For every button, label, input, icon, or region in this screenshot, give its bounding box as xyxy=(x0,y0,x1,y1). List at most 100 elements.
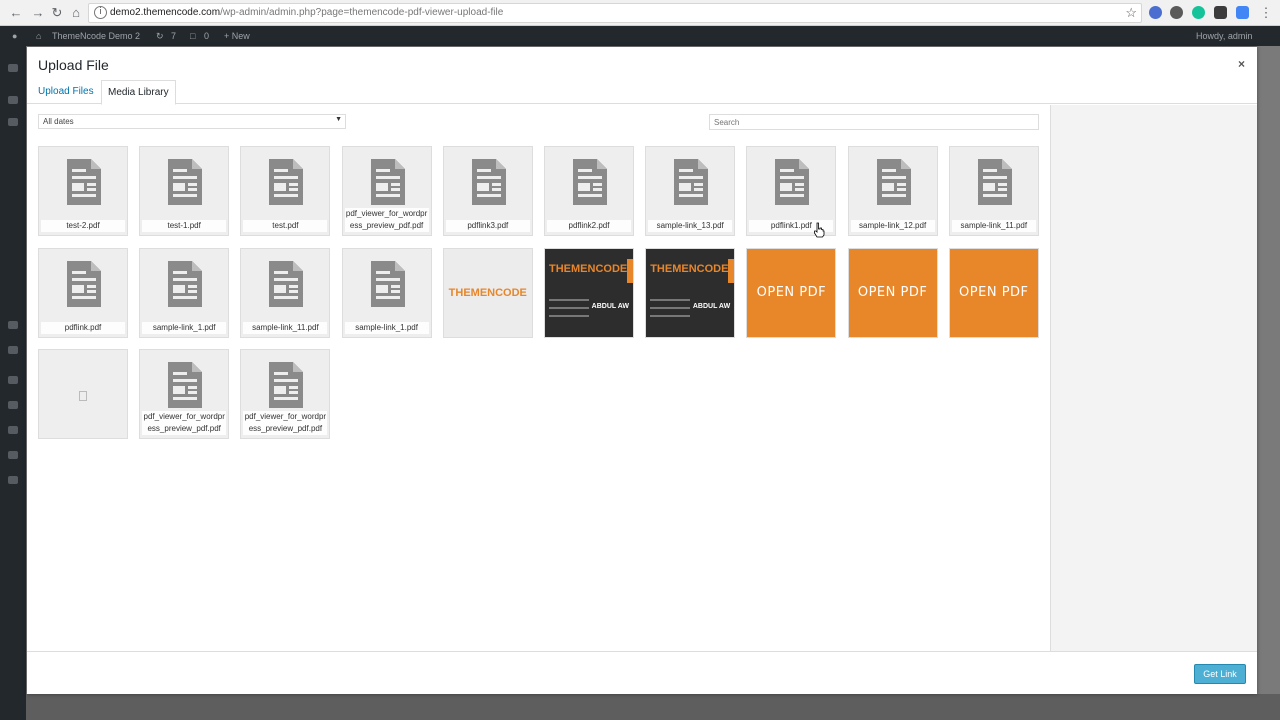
search-input[interactable] xyxy=(709,114,1039,130)
attachment-tile[interactable]: pdflink2.pdf xyxy=(544,146,634,236)
card-line xyxy=(650,298,691,301)
card-line xyxy=(650,314,691,317)
url-host: demo2.themencode.com xyxy=(110,7,221,18)
attachment-filename: test-1.pdf xyxy=(142,220,227,232)
address-bar[interactable]: i demo2.themencode.com/wp-admin/admin.ph… xyxy=(88,3,1142,23)
card-logo-text: THEMENCODE xyxy=(650,262,729,275)
attachment-tile[interactable]: test-2.pdf xyxy=(38,146,128,236)
chevron-down-icon: ▼ xyxy=(335,116,342,123)
attachment-tile[interactable]: sample-link_1.pdf xyxy=(139,247,230,338)
document-icon xyxy=(977,159,1012,205)
card-stripe xyxy=(627,258,633,283)
attachment-tile[interactable]: sample-link_12.pdf xyxy=(847,146,938,236)
document-icon xyxy=(168,159,203,205)
attachment-filename: pdflink3.pdf xyxy=(445,220,530,232)
menu-icon[interactable]: ⋮ xyxy=(1258,5,1274,21)
document-icon xyxy=(876,159,911,205)
wordpress-extension-icon[interactable] xyxy=(1170,6,1183,19)
document-icon xyxy=(775,159,810,205)
date-filter-select[interactable]: All dates ▼ xyxy=(38,114,346,129)
wp-admin-bar: ● ⌂ ThemeNcode Demo 2 ↻ 7 □ 0 + New Howd… xyxy=(0,26,1280,46)
attachment-tile[interactable]: sample-link_1.pdf xyxy=(341,247,432,338)
background-footer xyxy=(26,694,1280,720)
users-icon xyxy=(8,426,18,434)
document-icon xyxy=(674,159,709,205)
attachment-details-sidebar xyxy=(1050,105,1257,651)
attachment-tile[interactable]: pdf_viewer_for_wordpress_preview_pdf.pdf xyxy=(240,349,331,439)
card-line xyxy=(650,306,691,309)
dashboard-icon xyxy=(8,64,18,72)
attachment-tile[interactable]: pdflink.pdf xyxy=(38,247,128,338)
image-text: OPEN PDF xyxy=(959,284,1029,300)
translate-extension-icon[interactable] xyxy=(1236,6,1249,19)
appearance-icon xyxy=(8,376,18,384)
url-text: demo2.themencode.com/wp-admin/admin.php?… xyxy=(110,7,503,18)
plugins-icon xyxy=(8,401,18,409)
get-link-button[interactable]: Get Link xyxy=(1194,664,1246,684)
attachment-tile[interactable]: OPEN PDF xyxy=(746,247,837,338)
forward-icon[interactable]: → xyxy=(30,5,46,21)
image-text: OPEN PDF xyxy=(756,284,827,300)
logo-text: THEMENCODE xyxy=(448,286,527,299)
attachment-tile[interactable]: pdf_viewer_for_wordpress_preview_pdf.pdf xyxy=(139,349,230,439)
extension-icon-4[interactable] xyxy=(1214,6,1227,19)
site-name[interactable]: ThemeNcode Demo 2 xyxy=(52,31,140,41)
attachment-filename: pdf_viewer_for_wordpress_preview_pdf.pdf xyxy=(243,411,328,435)
tools-icon xyxy=(8,451,18,459)
media-icon xyxy=(8,118,18,126)
attachment-tile[interactable]: THEMENCODE ABDUL AW xyxy=(645,247,736,338)
comments-count[interactable]: 0 xyxy=(204,31,209,41)
attachment-tile[interactable]: pdflink3.pdf xyxy=(442,146,533,236)
attachment-tile[interactable]: sample-link_11.pdf xyxy=(948,146,1039,236)
user-greeting[interactable]: Howdy, admin xyxy=(1196,31,1252,41)
back-icon[interactable]: ← xyxy=(8,5,24,21)
home-icon[interactable]: ⌂ xyxy=(68,5,84,21)
bookmark-star-icon[interactable]: ☆ xyxy=(1125,5,1137,21)
attachment-filename: sample-link_1.pdf xyxy=(344,321,429,334)
attachment-tile[interactable]: test.pdf xyxy=(240,146,331,236)
attachment-filename: pdflink.pdf xyxy=(41,321,125,334)
attachment-tile[interactable]: OPEN PDF xyxy=(948,247,1039,338)
card-person-name: ABDUL AW xyxy=(692,302,731,310)
updates-icon: ↻ xyxy=(156,31,164,41)
attachment-tile[interactable]: THEMENCODE ABDUL AW xyxy=(544,247,634,338)
attachment-tile[interactable]: sample-link_13.pdf xyxy=(645,146,736,236)
attachment-filename: sample-link_11.pdf xyxy=(243,321,328,334)
attachment-filename: pdf_viewer_for_wordpress_preview_pdf.pdf xyxy=(142,411,227,435)
document-icon xyxy=(471,159,506,205)
tab-media-library[interactable]: Media Library xyxy=(101,80,176,105)
document-icon xyxy=(269,260,304,307)
tab-upload-files[interactable]: Upload Files xyxy=(32,80,100,104)
attachment-filename: sample-link_11.pdf xyxy=(951,220,1036,232)
attachment-tile[interactable]: sample-link_11.pdf xyxy=(240,247,331,338)
document-icon xyxy=(269,362,304,408)
document-icon xyxy=(168,260,203,307)
updates-count[interactable]: 7 xyxy=(171,31,176,41)
attachment-tile[interactable]: pdf_viewer_for_wordpress_preview_pdf.pdf xyxy=(341,146,432,236)
reload-icon[interactable]: ↻ xyxy=(49,5,65,21)
modal-title: Upload File xyxy=(38,57,109,73)
file-placeholder-icon xyxy=(79,391,87,401)
document-icon xyxy=(573,159,607,205)
info-icon[interactable]: i xyxy=(94,6,107,19)
attachment-tile[interactable] xyxy=(38,349,128,439)
pages-icon xyxy=(8,321,18,329)
close-icon[interactable]: × xyxy=(1238,57,1245,71)
new-content-link[interactable]: + New xyxy=(224,31,250,41)
attachment-tile[interactable]: OPEN PDF xyxy=(847,247,938,338)
attachment-filename: pdf_viewer_for_wordpress_preview_pdf.pdf xyxy=(344,208,429,232)
modal-footer: Get Link xyxy=(27,651,1257,694)
wordpress-logo-icon[interactable]: ● xyxy=(12,31,17,41)
attachment-filename: sample-link_13.pdf xyxy=(648,220,733,232)
grammarly-extension-icon[interactable] xyxy=(1192,6,1205,19)
extension-icon-1[interactable] xyxy=(1149,6,1162,19)
card-line xyxy=(549,298,589,301)
card-stripe xyxy=(728,258,735,283)
comments-menu-icon xyxy=(8,346,18,354)
comments-icon: □ xyxy=(190,31,196,41)
attachment-tile[interactable]: test-1.pdf xyxy=(139,146,230,236)
modal-tabs: Upload Files Media Library xyxy=(27,80,1257,105)
attachment-tile[interactable]: THEMENCODE xyxy=(442,247,533,338)
document-icon xyxy=(67,260,101,307)
document-icon xyxy=(370,260,405,307)
